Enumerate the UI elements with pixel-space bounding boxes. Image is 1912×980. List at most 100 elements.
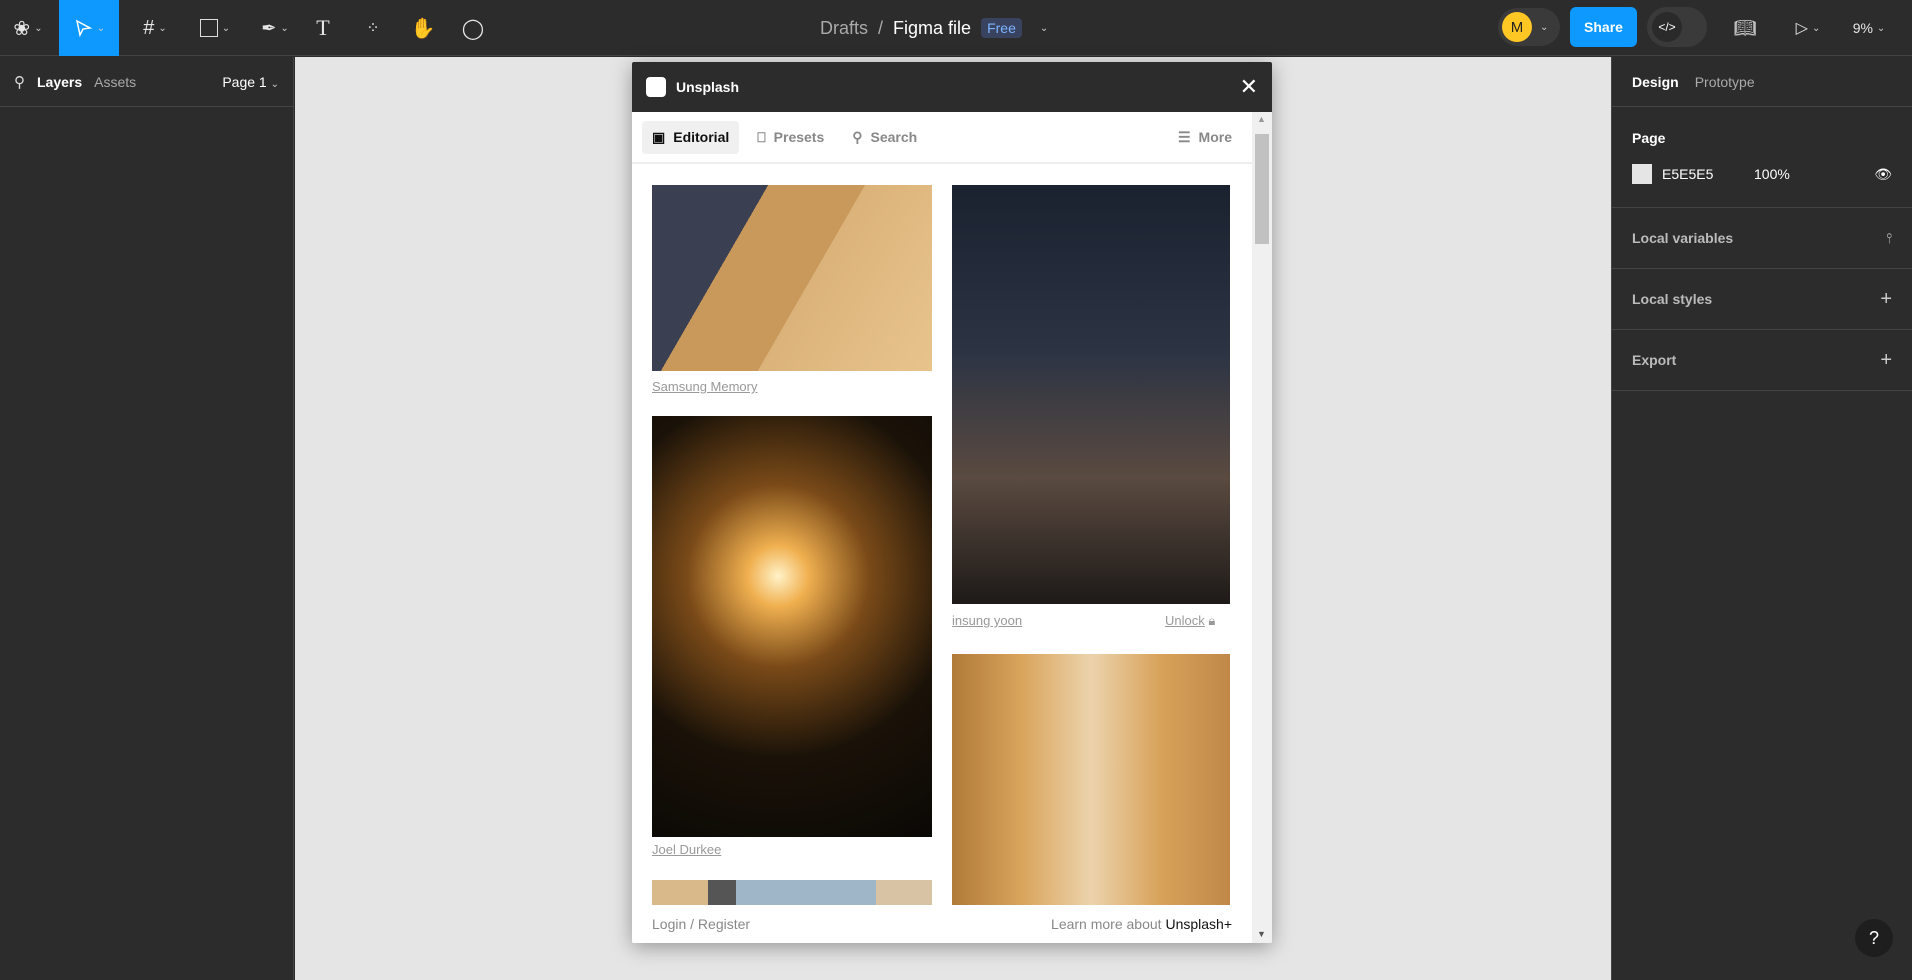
pen-tool-button[interactable]: ✒ ⌄: [250, 0, 300, 56]
zoom-dropdown[interactable]: 9% ⌄: [1846, 0, 1892, 56]
scroll-down-icon[interactable]: ▼: [1257, 929, 1266, 939]
library-button[interactable]: 📖︎: [1730, 0, 1760, 56]
learn-more-link[interactable]: Learn more about Unsplash+: [1051, 916, 1232, 932]
plugin-footer: Login / Register Learn more about Unspla…: [632, 905, 1252, 943]
page-name: Page 1: [222, 73, 267, 90]
page-selector[interactable]: Page 1 ⌄: [222, 74, 279, 90]
help-button[interactable]: ?: [1855, 919, 1893, 957]
cursor-icon: [75, 19, 93, 38]
multiplayer-button[interactable]: M ⌄: [1498, 8, 1560, 46]
tab-assets[interactable]: Assets: [94, 74, 136, 90]
comment-tool-button[interactable]: ◯: [458, 0, 488, 56]
toolbar: ❀ ⌄ ⌄ # ⌄ ⌄ ✒ ⌄ T ⁘ ✋ ◯ Drafts / Figma file…: [0, 0, 1912, 56]
photo-insung-yoon[interactable]: [952, 185, 1230, 604]
unsplash-plus-text: Unsplash+: [1165, 916, 1232, 932]
avatar: M: [1502, 12, 1532, 42]
scrollbar-thumb[interactable]: [1255, 134, 1269, 244]
menu-icon: ☰: [1177, 128, 1191, 145]
image-icon: ▣: [652, 128, 666, 145]
photo-joel-durkee[interactable]: [652, 416, 932, 837]
photo-samsung-memory[interactable]: [652, 185, 932, 371]
tab-presets[interactable]: ⎕ Presets: [747, 121, 834, 154]
export-label: Export: [1632, 352, 1677, 368]
components-icon: ⁘: [366, 20, 380, 37]
more-label: More: [1198, 129, 1232, 145]
chevron-down-icon: ⌄: [270, 78, 279, 90]
shape-tool-button[interactable]: ⌄: [190, 0, 240, 56]
move-tool-button[interactable]: ⌄: [59, 0, 119, 56]
eye-icon[interactable]: 👁︎: [1874, 166, 1892, 183]
pen-icon: ✒: [261, 17, 277, 38]
login-register-link[interactable]: Login / Register: [652, 916, 750, 932]
breadcrumb-separator: /: [878, 17, 884, 38]
scrollbar[interactable]: ▲ ▼: [1252, 112, 1272, 943]
resources-button[interactable]: ⁘: [358, 0, 388, 56]
zoom-level: 9%: [1852, 20, 1873, 36]
page-color-value[interactable]: E5E5E5: [1662, 166, 1754, 182]
unlock-label: Unlock: [1165, 613, 1205, 628]
tab-editorial[interactable]: ▣ Editorial: [642, 120, 740, 154]
file-title: Drafts / Figma file Free ⌄: [820, 0, 1048, 56]
chevron-down-icon: ⌄: [221, 22, 231, 34]
photo-street[interactable]: [652, 880, 932, 907]
plan-badge: Free: [981, 18, 1022, 38]
tab-search[interactable]: ⚲ Search: [842, 121, 927, 154]
figma-logo-icon: ❀: [13, 17, 31, 40]
page-heading: Page: [1632, 130, 1666, 146]
right-panel: Design Prototype Page E5E5E5 100% 👁︎ Loc…: [1611, 57, 1912, 980]
unsplash-logo-icon: [646, 77, 666, 97]
breadcrumb-drafts[interactable]: Drafts: [820, 18, 868, 39]
play-icon: ▷: [1795, 20, 1808, 37]
tab-design[interactable]: Design: [1632, 74, 1679, 90]
search-icon[interactable]: ⚲: [14, 73, 25, 91]
chevron-down-icon: ⌄: [280, 22, 289, 34]
close-icon[interactable]: ✕: [1240, 74, 1258, 100]
file-name[interactable]: Figma file: [893, 18, 971, 39]
unlock-link[interactable]: Unlock 🔒︎: [1165, 613, 1215, 629]
code-icon: </>: [1652, 12, 1682, 42]
chevron-down-icon: ⌄: [34, 22, 43, 34]
tab-label: Editorial: [673, 129, 730, 145]
search-icon: ⚲: [852, 128, 863, 145]
local-variables-label[interactable]: Local variables: [1632, 230, 1733, 246]
photo-author-link[interactable]: insung yoon: [952, 613, 1022, 628]
photo-author-link[interactable]: Joel Durkee: [652, 842, 721, 857]
bookmark-icon: ⎕: [757, 128, 766, 145]
photo-cathedral[interactable]: [952, 654, 1230, 907]
hand-tool-button[interactable]: ✋: [408, 0, 438, 56]
share-button[interactable]: Share: [1570, 7, 1637, 47]
comment-icon: ◯: [461, 17, 485, 40]
file-menu-chevron-icon[interactable]: ⌄: [1040, 23, 1048, 34]
lock-icon: 🔒︎: [1208, 613, 1216, 628]
present-button[interactable]: ▷ ⌄: [1788, 0, 1828, 56]
main-menu-button[interactable]: ❀ ⌄: [0, 0, 56, 56]
chevron-down-icon: ⌄: [1540, 21, 1549, 33]
add-export-icon[interactable]: +: [1880, 349, 1892, 372]
tab-prototype[interactable]: Prototype: [1695, 74, 1755, 90]
page-opacity[interactable]: 100%: [1754, 166, 1790, 182]
dev-mode-toggle[interactable]: </>: [1647, 7, 1707, 47]
scroll-up-icon[interactable]: ▲: [1257, 114, 1266, 124]
local-styles-label: Local styles: [1632, 291, 1713, 307]
unsplash-plugin-window: Unsplash ✕ ▣ Editorial ⎕ Presets ⚲ Search ☰…: [632, 62, 1272, 943]
text-icon: T: [316, 15, 330, 40]
photo-author-link[interactable]: Samsung Memory: [652, 379, 757, 394]
tab-layers[interactable]: Layers: [37, 74, 82, 90]
tab-label: Search: [870, 129, 918, 145]
frame-tool-button[interactable]: # ⌄: [130, 0, 180, 56]
chevron-down-icon: ⌄: [1876, 22, 1886, 34]
more-menu[interactable]: ☰ More: [1168, 121, 1242, 154]
sliders-icon[interactable]: ⫯: [1886, 230, 1892, 247]
learn-more-text: Learn more about: [1051, 916, 1162, 932]
chevron-down-icon: ⌄: [158, 22, 167, 34]
hand-icon: ✋: [410, 17, 436, 40]
tab-label: Presets: [773, 129, 825, 145]
chevron-down-icon: ⌄: [1811, 22, 1821, 34]
frame-icon: #: [143, 16, 155, 39]
add-style-icon[interactable]: +: [1880, 288, 1892, 311]
book-icon: 📖︎: [1733, 17, 1757, 38]
chevron-down-icon: ⌄: [96, 22, 106, 34]
page-color-swatch[interactable]: [1632, 164, 1652, 184]
text-tool-button[interactable]: T: [308, 0, 338, 56]
plugin-title: Unsplash: [676, 79, 740, 95]
